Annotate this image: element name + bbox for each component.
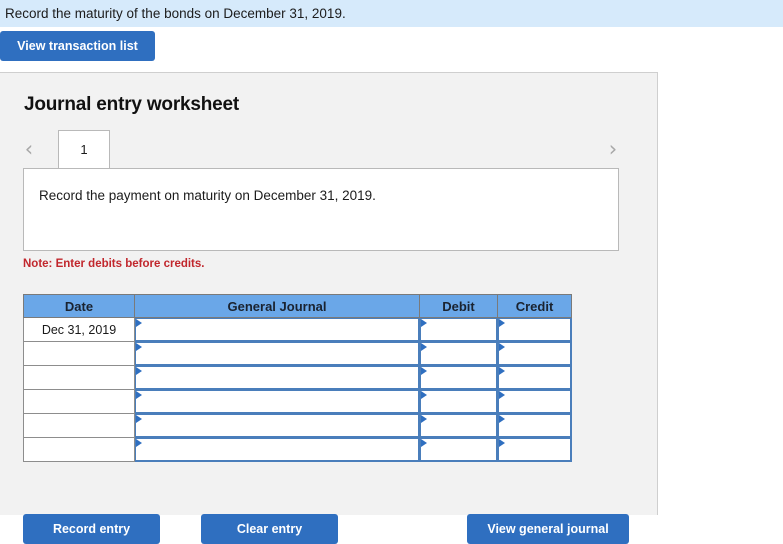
prompt-text: Record the maturity of the bonds on Dece… [5, 5, 346, 21]
general-journal-input[interactable] [134, 437, 420, 462]
cell-dropdown-arrow-icon [499, 391, 505, 399]
cell-dropdown-arrow-icon [136, 439, 142, 447]
cell-dropdown-arrow-icon [421, 367, 427, 375]
date-cell[interactable] [23, 365, 135, 390]
journal-entry-worksheet-panel: Journal entry worksheet ‹ 1 › Record the… [0, 72, 658, 544]
cell-dropdown-arrow-icon [136, 415, 142, 423]
transaction-toolbar: View transaction list [0, 27, 783, 72]
date-cell[interactable] [23, 413, 135, 438]
general-journal-input[interactable] [134, 389, 420, 414]
cell-dropdown-arrow-icon [136, 319, 142, 327]
record-entry-button[interactable]: Record entry [23, 514, 160, 544]
debits-before-credits-note: Note: Enter debits before credits. [23, 258, 205, 270]
table-row [23, 341, 572, 366]
table-row [23, 437, 572, 462]
prompt-banner: Record the maturity of the bonds on Dece… [0, 0, 783, 27]
instruction-box: Record the payment on maturity on Decemb… [23, 168, 619, 251]
cell-dropdown-arrow-icon [421, 415, 427, 423]
view-transaction-list-button[interactable]: View transaction list [0, 31, 155, 61]
credit-input[interactable] [497, 389, 572, 414]
cell-dropdown-arrow-icon [421, 343, 427, 351]
credit-input[interactable] [497, 413, 572, 438]
table-row [23, 413, 572, 438]
debit-input[interactable] [419, 437, 498, 462]
cell-dropdown-arrow-icon [421, 439, 427, 447]
cell-dropdown-arrow-icon [136, 391, 142, 399]
journal-entry-table: Date General Journal Debit Credit Dec 31… [23, 294, 572, 462]
cell-dropdown-arrow-icon [499, 415, 505, 423]
page-title: Journal entry worksheet [24, 94, 240, 115]
debit-input[interactable] [419, 389, 498, 414]
credit-input[interactable] [497, 437, 572, 462]
debit-input[interactable] [419, 317, 498, 342]
cell-dropdown-arrow-icon [499, 367, 505, 375]
cell-dropdown-arrow-icon [136, 367, 142, 375]
debit-input[interactable] [419, 365, 498, 390]
table-row [23, 389, 572, 414]
column-header-debit: Debit [419, 294, 498, 318]
general-journal-input[interactable] [134, 365, 420, 390]
table-header-row: Date General Journal Debit Credit [23, 294, 572, 318]
column-header-credit: Credit [497, 294, 572, 318]
table-row [23, 365, 572, 390]
column-header-general-journal: General Journal [134, 294, 420, 318]
instruction-text: Record the payment on maturity on Decemb… [39, 188, 376, 203]
credit-input[interactable] [497, 341, 572, 366]
debit-input[interactable] [419, 341, 498, 366]
column-header-date: Date [23, 294, 135, 318]
cell-dropdown-arrow-icon [499, 439, 505, 447]
view-general-journal-button[interactable]: View general journal [467, 514, 629, 544]
next-entry-chevron-right-icon[interactable]: › [602, 136, 624, 162]
debit-input[interactable] [419, 413, 498, 438]
worksheet-tab-1[interactable]: 1 [58, 130, 110, 168]
date-cell[interactable] [23, 389, 135, 414]
credit-input[interactable] [497, 365, 572, 390]
previous-entry-chevron-left-icon[interactable]: ‹ [18, 136, 40, 162]
cell-dropdown-arrow-icon [499, 319, 505, 327]
general-journal-input[interactable] [134, 413, 420, 438]
general-journal-input[interactable] [134, 341, 420, 366]
date-cell[interactable] [23, 437, 135, 462]
credit-input[interactable] [497, 317, 572, 342]
clear-entry-button[interactable]: Clear entry [201, 514, 338, 544]
cell-dropdown-arrow-icon [499, 343, 505, 351]
general-journal-input[interactable] [134, 317, 420, 342]
table-row: Dec 31, 2019 [23, 317, 572, 342]
cell-dropdown-arrow-icon [421, 391, 427, 399]
date-cell[interactable]: Dec 31, 2019 [23, 317, 135, 342]
cell-dropdown-arrow-icon [421, 319, 427, 327]
worksheet-tab-strip: ‹ 1 › [18, 130, 638, 169]
date-cell[interactable] [23, 341, 135, 366]
cell-dropdown-arrow-icon [136, 343, 142, 351]
